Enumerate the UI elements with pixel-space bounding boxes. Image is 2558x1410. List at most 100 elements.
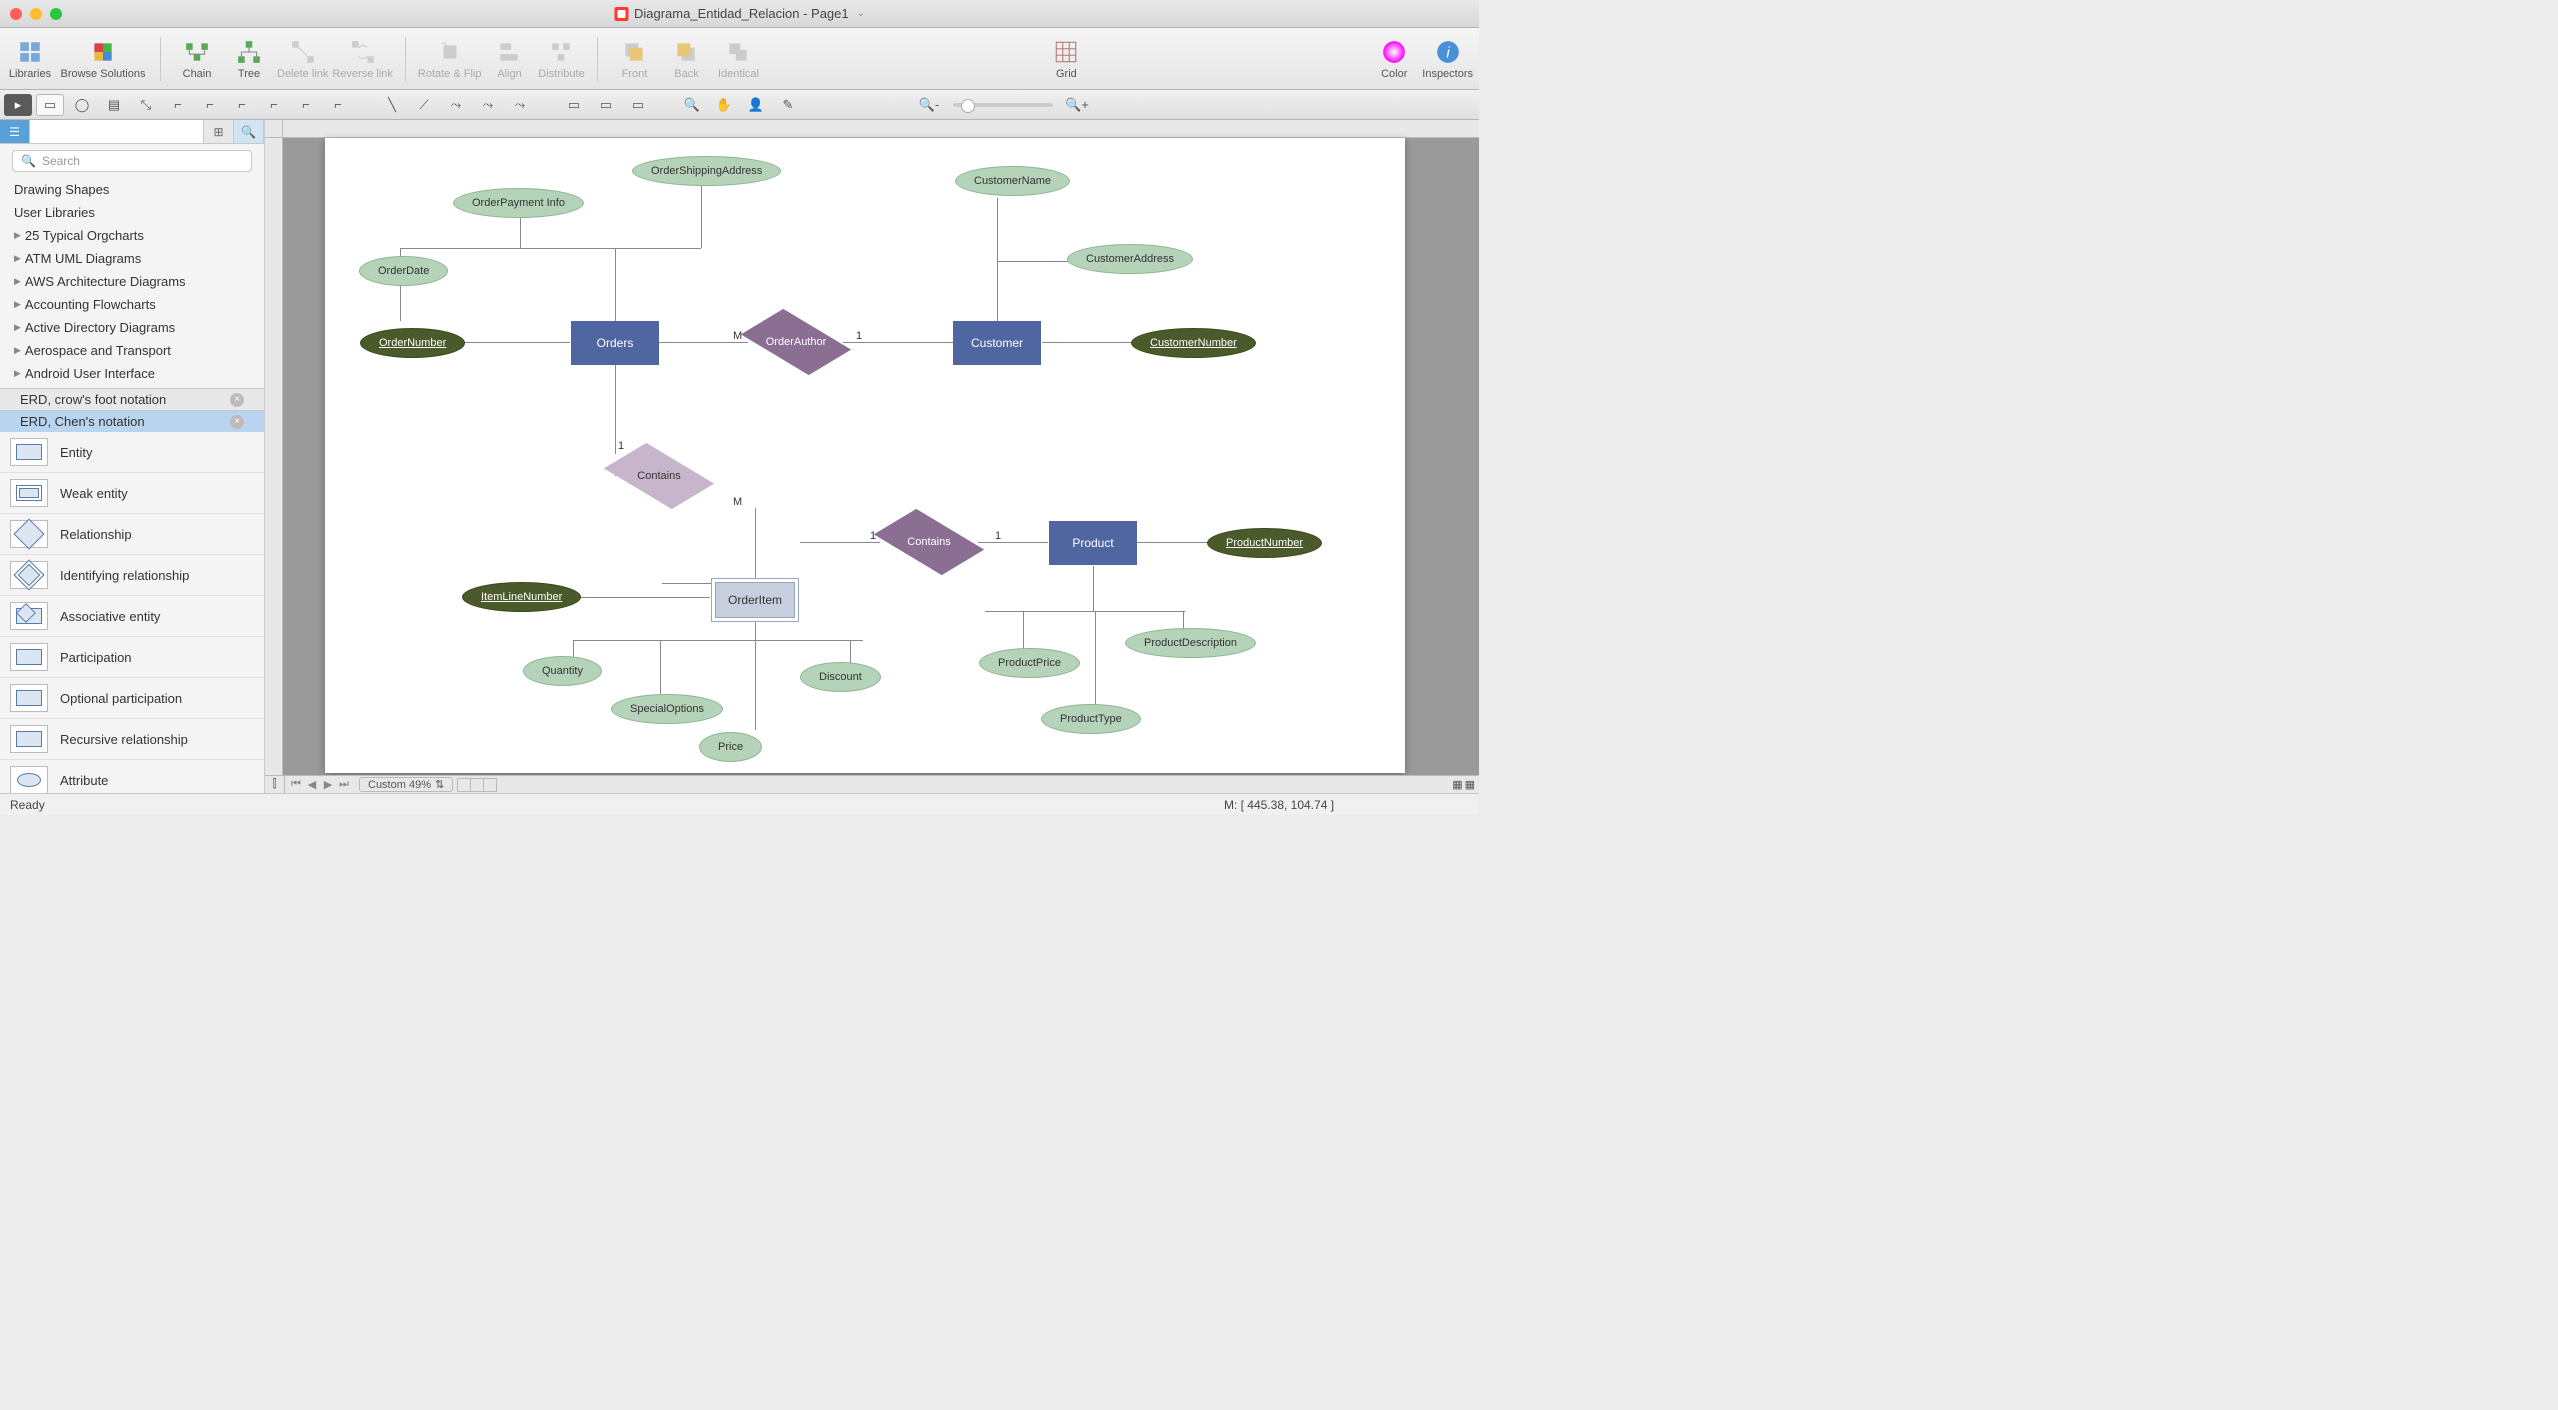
delete-link-button[interactable]: Delete link (277, 31, 328, 87)
grid-button[interactable]: Grid (1042, 31, 1090, 87)
connector-tool-6[interactable]: ⌐ (292, 94, 320, 116)
lib-item[interactable]: ▶ATM UML Diagrams (0, 247, 264, 270)
search-input[interactable]: 🔍 Search (12, 150, 252, 172)
connector-tool-5[interactable]: ⌐ (260, 94, 288, 116)
corner-icon-1[interactable]: ▦ (1452, 778, 1462, 791)
entity-orderitem[interactable]: OrderItem (711, 578, 799, 622)
lib-item[interactable]: Drawing Shapes (0, 178, 264, 201)
sidebar-tab-tree[interactable]: ☰ (0, 120, 30, 143)
ellipse-tool[interactable]: ◯ (68, 94, 96, 116)
stencil-weak-entity[interactable]: Weak entity (0, 473, 264, 514)
libraries-button[interactable]: Libraries (6, 31, 54, 87)
nav-next[interactable]: ▶ (321, 778, 335, 791)
chain-button[interactable]: Chain (173, 31, 221, 87)
attr-customername[interactable]: CustomerName (955, 166, 1070, 196)
stencil-id-relationship[interactable]: Identifying relationship (0, 555, 264, 596)
attr-orderpayment[interactable]: OrderPayment Info (453, 188, 584, 218)
line-tool-3[interactable]: ⤳ (442, 94, 470, 116)
canvas[interactable]: OrderShippingAddress OrderPayment Info O… (265, 120, 1479, 793)
zoom-out-button[interactable]: 🔍- (915, 94, 943, 116)
entity-orders[interactable]: Orders (571, 321, 659, 365)
page-tabs[interactable] (457, 778, 496, 792)
page[interactable]: OrderShippingAddress OrderPayment Info O… (325, 138, 1405, 773)
entity-product[interactable]: Product (1049, 521, 1137, 565)
stencil-list[interactable]: Entity Weak entity Relationship Identify… (0, 432, 264, 793)
attr-producttype[interactable]: ProductType (1041, 704, 1141, 734)
lib-item[interactable]: ▶Android User Interface (0, 362, 264, 385)
connector-tool-3[interactable]: ⌐ (196, 94, 224, 116)
pan-tool[interactable]: ✋ (710, 94, 738, 116)
attr-ordernumber[interactable]: OrderNumber (360, 328, 465, 358)
lib-item[interactable]: ▶Accounting Flowcharts (0, 293, 264, 316)
stencil-recursive[interactable]: Recursive relationship (0, 719, 264, 760)
connector-tool-2[interactable]: ⌐ (164, 94, 192, 116)
align-button[interactable]: Align (485, 31, 533, 87)
attr-discount[interactable]: Discount (800, 662, 881, 692)
lib-item[interactable]: ▶25 Typical Orgcharts (0, 224, 264, 247)
lib-item[interactable]: ▶Aerospace and Transport (0, 339, 264, 362)
close-icon[interactable] (10, 8, 22, 20)
entity-customer[interactable]: Customer (953, 321, 1041, 365)
reverse-link-button[interactable]: Reverse link (332, 31, 393, 87)
attr-orderdate[interactable]: OrderDate (359, 256, 448, 286)
attr-itemlinenumber[interactable]: ItemLineNumber (462, 582, 581, 612)
library-list[interactable]: Drawing Shapes User Libraries ▶25 Typica… (0, 178, 264, 388)
tree-button[interactable]: Tree (225, 31, 273, 87)
group-tool-3[interactable]: ▭ (624, 94, 652, 116)
lib-item[interactable]: ▶AWS Architecture Diagrams (0, 270, 264, 293)
split-icon[interactable]: ⫿ (265, 776, 285, 793)
line-tool-5[interactable]: ⤳ (506, 94, 534, 116)
attr-productdescription[interactable]: ProductDescription (1125, 628, 1256, 658)
rel-contains-1[interactable]: Contains (611, 446, 707, 506)
minimize-icon[interactable] (30, 8, 42, 20)
browse-button[interactable]: Browse Solutions (58, 31, 148, 87)
zoom-tool[interactable]: 🔍 (678, 94, 706, 116)
attr-price[interactable]: Price (699, 732, 762, 762)
lib-item[interactable]: ▶Active Directory Diagrams (0, 316, 264, 339)
line-tool-1[interactable]: ╲ (378, 94, 406, 116)
pointer-tool[interactable]: ▸ (4, 94, 32, 116)
back-button[interactable]: Back (662, 31, 710, 87)
stencil-relationship[interactable]: Relationship (0, 514, 264, 555)
rotate-button[interactable]: Rotate & Flip (418, 31, 482, 87)
nav-prev[interactable]: ◀ (305, 778, 319, 791)
connector-tool-7[interactable]: ⌐ (324, 94, 352, 116)
attr-specialoptions[interactable]: SpecialOptions (611, 694, 723, 724)
sidebar-tab-main[interactable] (30, 120, 204, 143)
pen-tool[interactable]: ✎ (774, 94, 802, 116)
person-tool[interactable]: 👤 (742, 94, 770, 116)
stencil-participation[interactable]: Participation (0, 637, 264, 678)
rect-tool[interactable]: ▭ (36, 94, 64, 116)
rel-contains-2[interactable]: Contains (881, 512, 977, 572)
close-icon[interactable]: × (230, 415, 244, 429)
stencil-tab-crow[interactable]: ERD, crow's foot notation× (0, 388, 264, 410)
zoom-slider[interactable] (953, 103, 1053, 107)
rel-orderauthor[interactable]: OrderAuthor (748, 312, 844, 372)
sidebar-tab-search[interactable]: 🔍 (234, 120, 264, 143)
line-tool-4[interactable]: ⤳ (474, 94, 502, 116)
maximize-icon[interactable] (50, 8, 62, 20)
nav-first[interactable]: ⏮ (289, 778, 303, 791)
attr-customeraddress[interactable]: CustomerAddress (1067, 244, 1193, 274)
stencil-assoc-entity[interactable]: Associative entity (0, 596, 264, 637)
lib-item[interactable]: User Libraries (0, 201, 264, 224)
stencil-attribute[interactable]: Attribute (0, 760, 264, 793)
stencil-tab-chen[interactable]: ERD, Chen's notation× (0, 410, 264, 432)
inspectors-button[interactable]: iInspectors (1422, 31, 1473, 87)
group-tool-1[interactable]: ▭ (560, 94, 588, 116)
sidebar-tab-grid[interactable]: ⊞ (204, 120, 234, 143)
attr-productnumber[interactable]: ProductNumber (1207, 528, 1322, 558)
line-tool-2[interactable]: ⟋ (410, 94, 438, 116)
color-button[interactable]: Color (1370, 31, 1418, 87)
attr-ordershipping[interactable]: OrderShippingAddress (632, 156, 781, 186)
connector-tool-4[interactable]: ⌐ (228, 94, 256, 116)
corner-icon-2[interactable]: ▦ (1465, 778, 1475, 791)
stencil-entity[interactable]: Entity (0, 432, 264, 473)
attr-productprice[interactable]: ProductPrice (979, 648, 1080, 678)
zoom-combo[interactable]: Custom 49%⇅ (359, 777, 453, 792)
attr-quantity[interactable]: Quantity (523, 656, 602, 686)
front-button[interactable]: Front (610, 31, 658, 87)
identical-button[interactable]: Identical (714, 31, 762, 87)
text-tool[interactable]: ▤ (100, 94, 128, 116)
attr-customernumber[interactable]: CustomerNumber (1131, 328, 1256, 358)
